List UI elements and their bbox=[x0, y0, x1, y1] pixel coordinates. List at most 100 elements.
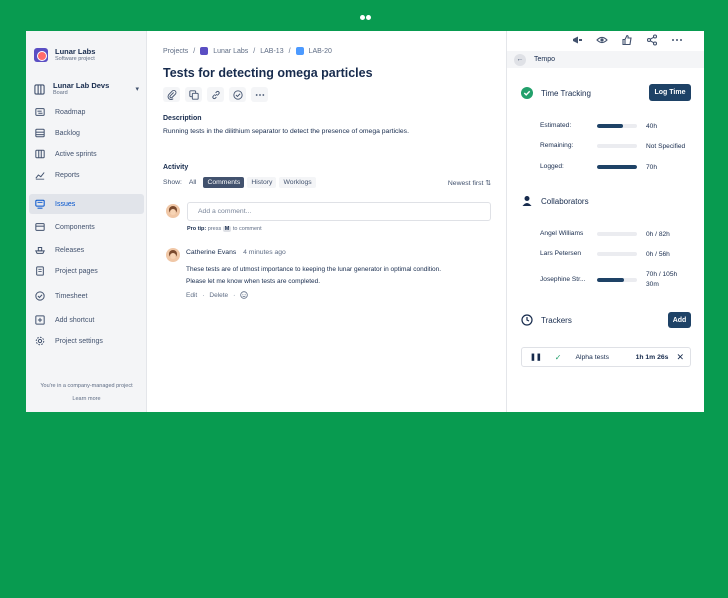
activity-filter-row: Show: All Comments History Worklogs Newe… bbox=[163, 177, 491, 188]
share-icon[interactable] bbox=[646, 34, 658, 46]
child-issue-button[interactable] bbox=[185, 87, 202, 102]
sidebar-item-label: Releases bbox=[55, 246, 85, 254]
more-actions-button[interactable] bbox=[251, 87, 268, 102]
sidebar-item-project-settings[interactable]: Project settings bbox=[29, 331, 144, 351]
sidebar-item-label: Add shortcut bbox=[55, 316, 95, 324]
issue-view: Projects / Lunar Labs / LAB-13 / LAB-20 … bbox=[163, 31, 503, 412]
sidebar-item-label: Backlog bbox=[55, 129, 80, 137]
sidebar-item-timesheet[interactable]: Timesheet bbox=[29, 286, 144, 306]
collaborators-heading: Collaborators bbox=[521, 195, 589, 207]
issue-title[interactable]: Tests for detecting omega particles bbox=[163, 66, 373, 80]
sidebar-item-label: Reports bbox=[55, 171, 80, 179]
sidebar-item-components[interactable]: Components bbox=[29, 217, 144, 237]
back-arrow-icon[interactable]: ← bbox=[514, 53, 526, 66]
check-circle-icon bbox=[35, 291, 45, 301]
page-icon bbox=[36, 266, 44, 276]
tracker-time: 1h 1m 26s bbox=[635, 353, 669, 361]
comment-time: 4 minutes ago bbox=[243, 249, 286, 256]
sidebar-item-releases[interactable]: Releases bbox=[29, 240, 144, 260]
breadcrumb: Projects / Lunar Labs / LAB-13 / LAB-20 bbox=[163, 47, 332, 55]
app-window: Lunar Labs Software project Lunar Lab De… bbox=[26, 31, 704, 412]
link-icon bbox=[211, 90, 220, 99]
learn-more-link[interactable]: Learn more bbox=[26, 396, 147, 402]
board-name: Lunar Lab Devs bbox=[53, 81, 110, 90]
chevron-down-icon[interactable]: ▾ bbox=[135, 85, 139, 93]
tracker-item: ❚❚ ✓ Alpha tests 1h 1m 26s ✕ bbox=[521, 347, 691, 367]
delete-comment-button[interactable]: Delete bbox=[209, 292, 228, 299]
project-name: Lunar Labs bbox=[55, 47, 96, 56]
more-icon[interactable] bbox=[671, 34, 683, 46]
gear-icon bbox=[35, 336, 45, 346]
comment-input[interactable]: Add a comment... bbox=[187, 202, 491, 221]
paperclip-icon bbox=[167, 89, 176, 100]
add-tracker-button[interactable]: Add bbox=[668, 312, 691, 328]
progress-bar bbox=[597, 165, 637, 169]
show-label: Show: bbox=[163, 179, 182, 186]
board-icon bbox=[34, 83, 45, 95]
sidebar-item-label: Project pages bbox=[55, 267, 98, 275]
close-icon[interactable]: ✕ bbox=[676, 352, 684, 363]
components-icon bbox=[35, 223, 45, 231]
add-shortcut-icon bbox=[35, 315, 45, 325]
project-type-note: You're in a company-managed project bbox=[40, 383, 133, 389]
sidebar-item-issues[interactable]: Issues bbox=[29, 194, 144, 214]
board-selector[interactable]: Lunar Lab Devs Board ▾ bbox=[34, 81, 139, 97]
sort-icon: ⇅ bbox=[485, 179, 491, 187]
breadcrumb-current[interactable]: LAB-20 bbox=[309, 48, 332, 55]
progress-bar bbox=[597, 232, 637, 236]
project-logo bbox=[34, 48, 48, 62]
shortcut-key: M bbox=[222, 226, 232, 232]
project-type: Software project bbox=[55, 56, 95, 62]
more-icon bbox=[255, 93, 264, 96]
task-type-icon bbox=[295, 47, 304, 55]
log-time-button[interactable]: Log Time bbox=[649, 84, 691, 101]
comment-author-avatar bbox=[166, 248, 180, 262]
tracker-name[interactable]: Alpha tests bbox=[575, 354, 609, 361]
project-header[interactable]: Lunar Labs Software project bbox=[34, 47, 95, 63]
sidebar-item-label: Issues bbox=[55, 200, 76, 208]
progress-bar bbox=[597, 278, 637, 282]
eye-icon[interactable] bbox=[596, 34, 608, 46]
filter-all[interactable]: All bbox=[185, 177, 201, 188]
thumbs-up-icon[interactable] bbox=[621, 34, 633, 46]
sidebar-item-project-pages[interactable]: Project pages bbox=[29, 261, 144, 281]
sort-toggle[interactable]: Newest first ⇅ bbox=[448, 179, 491, 187]
sidebar-item-backlog[interactable]: Backlog bbox=[29, 123, 144, 143]
tempo-header: ← Tempo bbox=[507, 51, 704, 68]
tempo-title: Tempo bbox=[534, 56, 556, 63]
pause-icon[interactable]: ❚❚ bbox=[530, 353, 542, 361]
sidebar-item-add-shortcut[interactable]: Add shortcut bbox=[29, 310, 144, 330]
trackers-heading: Trackers bbox=[521, 314, 572, 326]
check-icon[interactable]: ✓ bbox=[555, 353, 562, 362]
project-avatar-icon bbox=[200, 47, 209, 55]
sidebar-item-reports[interactable]: Reports bbox=[29, 165, 144, 185]
current-user-avatar bbox=[166, 204, 180, 218]
progress-bar bbox=[597, 144, 637, 148]
attach-button[interactable] bbox=[163, 87, 180, 102]
tempo-panel: ← Tempo Time Tracking Log Time Estimated… bbox=[506, 31, 704, 412]
filter-history[interactable]: History bbox=[247, 177, 277, 188]
activity-heading: Activity bbox=[163, 164, 189, 171]
roadmap-icon bbox=[35, 108, 45, 116]
comment-author[interactable]: Catherine Evans bbox=[186, 249, 236, 256]
megaphone-icon[interactable] bbox=[571, 34, 583, 46]
sidebar-item-label: Active sprints bbox=[55, 150, 97, 158]
issue-actions bbox=[571, 34, 683, 46]
filter-comments[interactable]: Comments bbox=[203, 177, 245, 188]
filter-worklogs[interactable]: Worklogs bbox=[279, 177, 316, 188]
check-circle-icon bbox=[521, 87, 533, 99]
time-tracking-heading: Time Tracking bbox=[521, 87, 591, 99]
emoji-icon[interactable] bbox=[240, 291, 249, 299]
clock-icon bbox=[521, 314, 533, 326]
comment-body: These tests are of utmost importance to … bbox=[186, 266, 442, 285]
link-issue-button[interactable] bbox=[207, 87, 224, 102]
sidebar-item-active-sprints[interactable]: Active sprints bbox=[29, 144, 144, 164]
checklist-button[interactable] bbox=[229, 87, 246, 102]
breadcrumb-project[interactable]: Lunar Labs bbox=[213, 48, 248, 55]
breadcrumb-parent[interactable]: LAB-13 bbox=[260, 48, 283, 55]
edit-comment-button[interactable]: Edit bbox=[186, 292, 197, 299]
comment-header: Catherine Evans 4 minutes ago bbox=[186, 249, 286, 256]
description-text[interactable]: Running tests in the dilithium separator… bbox=[163, 128, 409, 135]
sidebar-item-roadmap[interactable]: Roadmap bbox=[29, 102, 144, 122]
breadcrumb-projects[interactable]: Projects bbox=[163, 48, 188, 55]
